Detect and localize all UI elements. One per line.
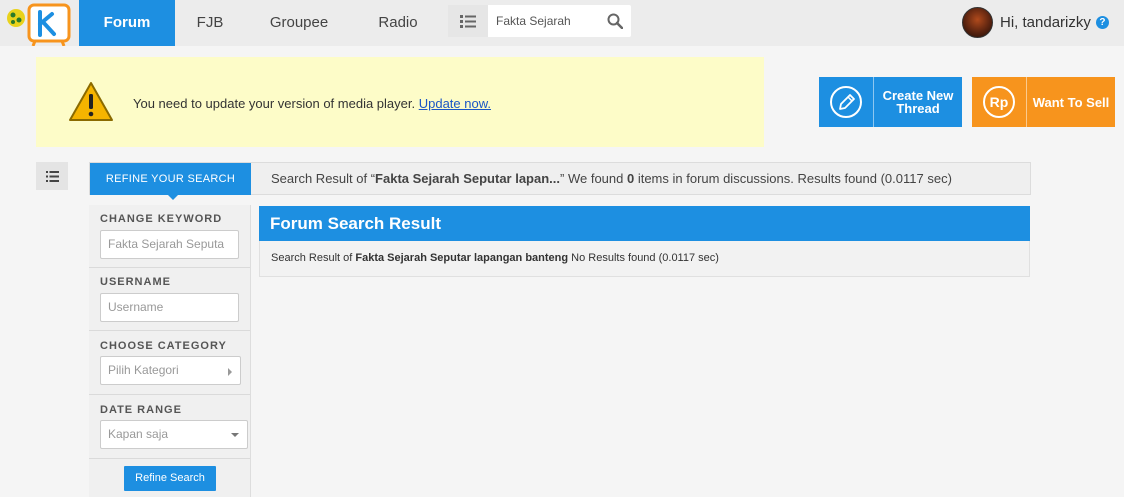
refine-sidebar: CHANGE KEYWORD Fakta Sejarah Seputa USER… [89,205,251,497]
warning-icon [69,82,113,121]
forum-search-result-body: Search Result of Fakta Sejarah Seputar l… [259,241,1030,277]
list-icon [45,170,59,182]
result-body-suffix: No Results found (0.0117 sec) [568,252,719,264]
search-button[interactable] [600,5,630,37]
username-section: USERNAME Username [89,268,250,331]
keyword-section: CHANGE KEYWORD Fakta Sejarah Seputa [89,205,250,268]
refine-your-search-tab[interactable]: REFINE YOUR SEARCH [90,163,251,195]
date-range-value: Kapan saja [108,427,169,441]
refine-search-button[interactable]: Refine Search [124,466,216,491]
keyword-input[interactable]: Fakta Sejarah Seputa [100,230,239,259]
list-icon [460,14,476,28]
tab-radio[interactable]: Radio [366,0,430,46]
media-player-alert: You need to update your version of media… [36,57,764,147]
search-filter-list-button[interactable] [448,5,488,37]
user-greeting[interactable]: Hi, tandarizky [1000,14,1091,31]
svg-text:Rp: Rp [990,94,1009,110]
forum-search-result-title: Forum Search Result [259,206,1030,241]
date-range-title: DATE RANGE [100,404,182,416]
username-title: USERNAME [100,276,171,288]
want-to-sell-icon-box: Rp [972,77,1027,127]
alert-message-text: You need to update your version of media… [133,96,419,111]
search-result-summary: Search Result of “Fakta Sejarah Seputar … [271,163,952,194]
summary-query: Fakta Sejarah Seputar lapan... [375,171,561,186]
help-icon[interactable]: ? [1095,15,1109,29]
sidebar-toggle-button[interactable] [36,162,68,190]
category-title: CHOOSE CATEGORY [100,340,227,352]
username-input[interactable]: Username [100,293,239,322]
kaskus-logo[interactable] [2,2,76,47]
keyword-title: CHANGE KEYWORD [100,213,223,225]
search-input[interactable] [496,5,596,37]
tab-groupee[interactable]: Groupee [258,0,340,46]
summary-mid: ” We found [560,171,627,186]
user-menu[interactable]: Hi, tandarizky ? [962,6,1109,38]
date-range-section: DATE RANGE Kapan saja [89,395,250,459]
want-to-sell-button[interactable]: Rp Want To Sell [972,77,1115,127]
chevron-down-icon [231,433,239,437]
summary-suffix: items in forum discussions. Results foun… [634,171,952,186]
date-range-select[interactable]: Kapan saja [100,420,248,449]
pencil-icon [830,86,862,118]
category-select-value: Pilih Kategori [108,363,179,377]
search-icon [607,13,623,29]
rupiah-icon: Rp [983,86,1015,118]
avatar[interactable] [962,6,993,38]
want-to-sell-label: Want To Sell [1032,94,1110,110]
alert-message: You need to update your version of media… [133,96,491,111]
top-navbar: Forum FJB Groupee Radio Hi, tandarizky ? [0,0,1124,47]
create-thread-icon-box [819,77,874,127]
category-select[interactable]: Pilih Kategori [100,356,241,385]
category-section: CHOOSE CATEGORY Pilih Kategori [89,331,250,395]
result-body-prefix: Search Result of [271,252,356,264]
result-body-query: Fakta Sejarah Seputar lapangan banteng [355,252,569,264]
create-thread-label: Create New Thread [882,88,954,116]
update-now-link[interactable]: Update now. [419,96,491,111]
refine-tab-caret [167,194,179,200]
summary-prefix: Search Result of “ [271,171,376,186]
create-new-thread-button[interactable]: Create New Thread [819,77,962,127]
search-result-bar: REFINE YOUR SEARCH Search Result of “Fak… [89,162,1031,200]
chevron-right-icon [228,368,232,376]
tab-fjb[interactable]: FJB [183,0,237,46]
tab-forum[interactable]: Forum [79,0,175,46]
search-box [448,5,631,37]
